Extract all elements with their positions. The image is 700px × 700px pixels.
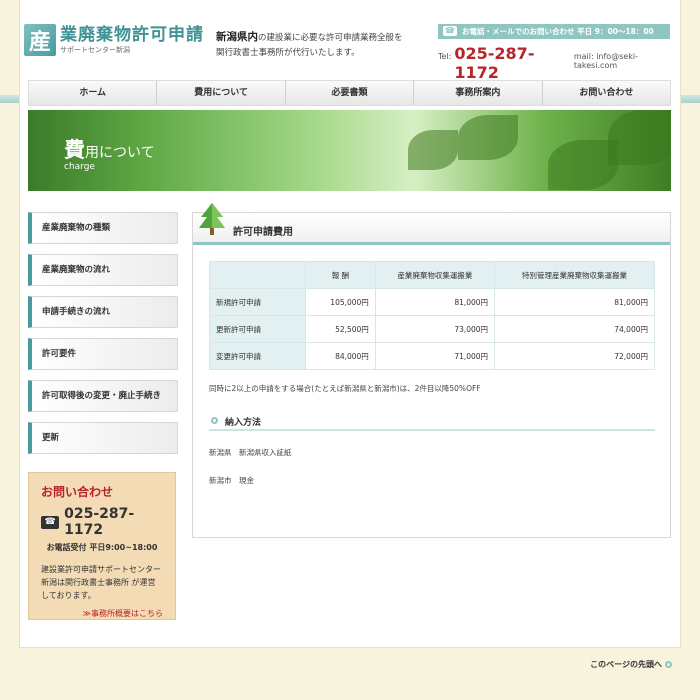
table-row: 変更許可申請 84,000円 71,000円 72,000円 xyxy=(209,342,655,370)
table-cell: 81,000円 xyxy=(494,288,655,316)
sidebar-hours: お電話受付 平日9:00~18:00 xyxy=(46,543,158,552)
side-item-application-flow[interactable]: 申請手続きの流れ xyxy=(28,296,178,328)
site-logo[interactable]: 産 業廃棄物許可申請 サポートセンター新潟 xyxy=(24,24,204,56)
payment-heading: 納入方法 xyxy=(209,413,655,431)
table-header: 特別管理産業廃棄物収集運搬業 xyxy=(494,261,655,289)
nav-item-documents[interactable]: 必要書類 xyxy=(286,81,415,105)
tagline-rest: の建設業に必要な許可申請業務全般を xyxy=(258,33,403,43)
tel-label: Tel: xyxy=(438,52,452,61)
side-item-waste-flow[interactable]: 産業廃棄物の流れ xyxy=(28,254,178,286)
main-nav: ホーム 費用について 必要書類 事務所案内 お問い合わせ xyxy=(28,80,671,106)
page-top-text: このページの先頭へ xyxy=(590,660,662,669)
contact-strip: ☎ お電話・メールでのお問い合わせ 平日 9：00～18：00 xyxy=(438,24,670,39)
table-cell: 52,500円 xyxy=(305,315,376,343)
side-item-requirements[interactable]: 許可要件 xyxy=(28,338,178,370)
hero-banner: 費用について charge xyxy=(28,110,671,191)
nav-item-office[interactable]: 事務所案内 xyxy=(414,81,543,105)
payment-line: 新潟県 新潟県収入証紙 xyxy=(209,448,292,457)
table-cell: 84,000円 xyxy=(305,342,376,370)
sidebar-description: 建設業許可申請サポートセンター新潟は関行政書士事務所 が運営しております。 xyxy=(41,565,161,600)
main-content: 許可申請費用 報 酬 産業廃棄物収集運搬業 特別管理産業廃棄物収集運搬業 新規許… xyxy=(192,203,671,538)
table-header: 報 酬 xyxy=(305,261,376,289)
table-cell: 71,000円 xyxy=(374,342,496,370)
table-cell: 105,000円 xyxy=(305,288,376,316)
table-header xyxy=(209,261,306,289)
tagline-line2: 関行政書士事務所が代行いたします。 xyxy=(216,48,360,58)
table-cell: 更新許可申請 xyxy=(209,315,306,343)
hero-title: 費用について xyxy=(64,134,155,164)
table-cell: 新規許可申請 xyxy=(209,288,306,316)
section-header: 許可申請費用 xyxy=(193,203,670,245)
sidebar-contact-title: お問い合わせ xyxy=(41,485,114,499)
table-row: 更新許可申請 52,500円 73,000円 74,000円 xyxy=(209,315,655,343)
table-cell: 73,000円 xyxy=(374,315,496,343)
contact-strip-text: お電話・メールでのお問い合わせ 平日 9：00～18：00 xyxy=(462,27,654,36)
side-item-changes[interactable]: 許可取得後の変更・廃止手続き xyxy=(28,380,178,412)
table-cell: 74,000円 xyxy=(494,315,655,343)
fee-table: 報 酬 産業廃棄物収集運搬業 特別管理産業廃棄物収集運搬業 新規許可申請 105… xyxy=(209,261,655,370)
sidebar-phone-number[interactable]: 025-287-1172 xyxy=(64,506,163,538)
mail-link[interactable]: mail: info@seki-takesi.com xyxy=(574,52,670,70)
office-overview-link[interactable]: ≫事務所概要はこちら xyxy=(41,608,163,619)
tel-number[interactable]: 025-287-1172 xyxy=(454,44,565,82)
page-top-link[interactable]: このページの先頭へ xyxy=(590,659,672,670)
logo-title: 業廃棄物許可申請 xyxy=(60,25,204,45)
table-cell: 81,000円 xyxy=(374,288,496,316)
side-menu: 産業廃棄物の種類 産業廃棄物の流れ 申請手続きの流れ 許可要件 許可取得後の変更… xyxy=(28,212,178,464)
side-item-waste-types[interactable]: 産業廃棄物の種類 xyxy=(28,212,178,244)
nav-item-contact[interactable]: お問い合わせ xyxy=(543,81,670,105)
header-tagline: 新潟県内の建設業に必要な許可申請業務全般を 関行政書士事務所が代行いたします。 xyxy=(216,30,403,61)
leaf-decoration xyxy=(408,130,458,170)
leaf-decoration xyxy=(458,115,518,160)
table-header: 産業廃棄物収集運搬業 xyxy=(374,261,496,289)
hero-title-big: 費 xyxy=(64,137,85,162)
nav-item-home[interactable]: ホーム xyxy=(29,81,158,105)
leaf-decoration xyxy=(608,110,671,165)
hero-title-rest: 用について xyxy=(85,145,155,161)
table-row: 新規許可申請 105,000円 81,000円 81,000円 xyxy=(209,288,655,316)
logo-mark: 産 xyxy=(24,24,56,56)
circle-arrow-icon xyxy=(665,661,672,668)
nav-item-fees[interactable]: 費用について xyxy=(157,81,286,105)
header-contact: ☎ お電話・メールでのお問い合わせ 平日 9：00～18：00 Tel: 025… xyxy=(438,24,670,82)
table-cell: 変更許可申請 xyxy=(209,342,306,370)
payment-line: 新潟市 現金 xyxy=(209,476,254,485)
discount-note: 同時に2以上の申請をする場合(たとえば新潟県と新潟市)は、2件目以降50%OFF xyxy=(209,384,481,393)
tagline-bold: 新潟県内 xyxy=(216,31,258,43)
phone-icon: ☎ xyxy=(41,515,60,529)
phone-icon: ☎ xyxy=(443,26,457,36)
side-item-renewal[interactable]: 更新 xyxy=(28,422,178,454)
logo-subtitle: サポートセンター新潟 xyxy=(60,46,130,54)
circle-bullet-icon xyxy=(211,417,218,424)
hero-subtitle: charge xyxy=(64,162,95,172)
sidebar-contact-box: お問い合わせ ☎ 025-287-1172 お電話受付 平日9:00~18:00… xyxy=(28,472,176,620)
payment-heading-text: 納入方法 xyxy=(225,418,262,428)
section-title: 許可申請費用 xyxy=(233,227,293,238)
table-header-row: 報 酬 産業廃棄物収集運搬業 特別管理産業廃棄物収集運搬業 xyxy=(209,261,655,289)
table-cell: 72,000円 xyxy=(494,342,655,370)
tree-icon xyxy=(199,203,225,235)
